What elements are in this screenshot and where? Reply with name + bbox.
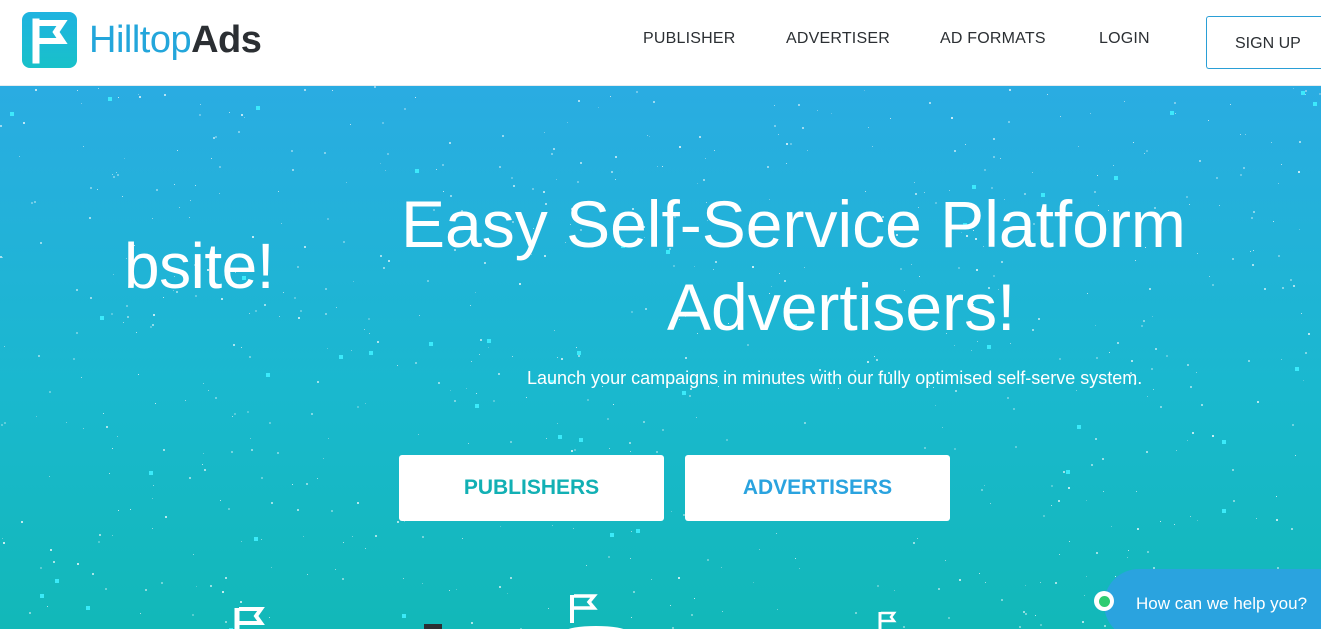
flag-icon — [424, 624, 442, 629]
signup-button[interactable]: SIGN UP — [1206, 16, 1321, 69]
publishers-button[interactable]: PUBLISHERS — [399, 455, 664, 521]
site-header: HilltopAds PUBLISHER ADVERTISER AD FORMA… — [0, 0, 1321, 86]
chat-widget-label: How can we help you? — [1136, 594, 1308, 613]
starfield-background — [0, 86, 1321, 629]
advertisers-button[interactable]: ADVERTISERS — [685, 455, 950, 521]
flag-icon — [234, 607, 265, 629]
logo-wordmark: HilltopAds — [89, 19, 262, 61]
logo-text-hilltop: Hilltop — [89, 19, 192, 61]
flag-icon — [878, 611, 897, 629]
chat-widget-button[interactable]: How can we help you? — [1094, 569, 1321, 629]
hero-section: bsite! Easy Self-Service Platform Advert… — [0, 86, 1321, 629]
online-status-icon — [1094, 591, 1114, 611]
nav-advertiser[interactable]: ADVERTISER — [786, 30, 890, 48]
nav-login[interactable]: LOGIN — [1099, 30, 1150, 48]
hero-title-line1: Easy Self-Service Platform — [401, 187, 1186, 261]
hero-subtitle: Launch your campaigns in minutes with ou… — [527, 368, 1143, 388]
hero-slide-previous-text: bsite! — [124, 230, 274, 302]
flag-logo-icon — [22, 12, 77, 68]
nav-ad-formats[interactable]: AD FORMATS — [940, 30, 1046, 48]
logo[interactable]: HilltopAds — [22, 12, 262, 68]
logo-text-ads: Ads — [191, 19, 262, 61]
nav-publisher[interactable]: PUBLISHER — [643, 30, 736, 48]
flag-icon — [568, 594, 624, 629]
hero-title-line2: Advertisers! — [667, 270, 1016, 344]
